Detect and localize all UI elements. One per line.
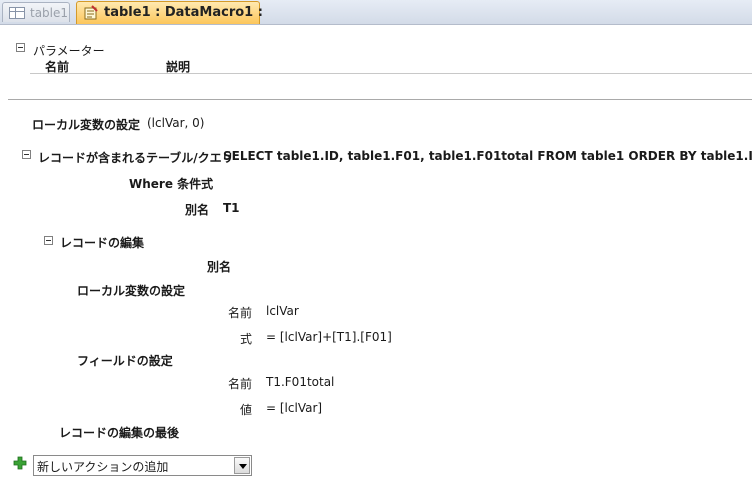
foreach-query[interactable]: SELECT table1.ID, table1.F01, table1.F01…: [223, 149, 752, 163]
set-field-value-label: 値: [240, 403, 253, 417]
inner-var-expr-value[interactable]: = [lclVar]+[T1].[F01]: [266, 330, 392, 344]
tab-label: table1: [30, 6, 69, 20]
foreach-label: レコードが含まれるテーブル/クエリ: [38, 151, 234, 165]
set-field-value-value[interactable]: = [lclVar]: [266, 401, 322, 415]
edit-record-label: レコードの編集: [60, 236, 145, 250]
dropdown-arrow-icon[interactable]: [234, 457, 250, 474]
add-action-icon[interactable]: [13, 456, 27, 470]
inner-var-name-label: 名前: [228, 306, 253, 320]
parameters-header-divider: [30, 73, 752, 74]
where-label: Where 条件式: [129, 177, 214, 191]
parameters-title: パラメーター: [33, 44, 105, 58]
collapse-edit-record-icon[interactable]: [44, 236, 53, 245]
tab-datamacro[interactable]: table1 : DataMacro1 :: [76, 1, 263, 24]
set-local-var-args[interactable]: (lclVar, 0): [147, 116, 204, 130]
set-field-label[interactable]: フィールドの設定: [77, 352, 173, 369]
tab-label: table1 : DataMacro1 :: [104, 5, 263, 20]
macro-icon: [84, 5, 98, 20]
collapse-foreach-icon[interactable]: [22, 150, 31, 159]
table-icon: [9, 7, 25, 19]
inner-var-name-value[interactable]: lclVar: [266, 304, 299, 318]
add-action-combobox[interactable]: 新しいアクションの追加: [33, 455, 252, 476]
tab-bar: table1 table1 : DataMacro1 :: [0, 0, 752, 25]
edit-record-alias-label: 別名: [207, 260, 232, 274]
inner-set-local-var-label[interactable]: ローカル変数の設定: [77, 282, 185, 299]
set-local-var-label[interactable]: ローカル変数の設定: [32, 116, 140, 133]
add-action-combobox-value: 新しいアクションの追加: [37, 460, 169, 474]
collapse-parameters-icon[interactable]: [16, 43, 25, 52]
section-divider: [8, 99, 752, 100]
set-field-name-label: 名前: [228, 377, 253, 391]
inner-var-expr-label: 式: [240, 332, 253, 346]
end-edit-record-label: レコードの編集の最後: [59, 426, 180, 440]
set-field-name-value[interactable]: T1.F01total: [266, 375, 334, 389]
tab-table1[interactable]: table1: [2, 2, 70, 22]
foreach-alias-label: 別名: [185, 203, 210, 217]
foreach-alias-value[interactable]: T1: [223, 201, 240, 215]
